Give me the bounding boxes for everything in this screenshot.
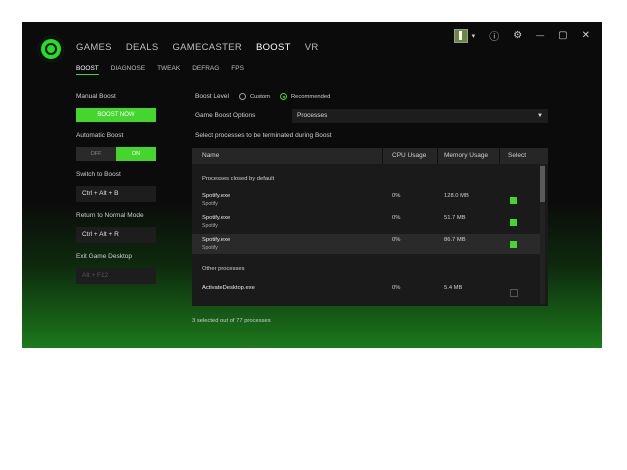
instruction-text: Select processes to be terminated during… bbox=[195, 132, 332, 139]
process-cpu: 0% bbox=[392, 285, 401, 291]
process-memory: 5.4 MB bbox=[444, 285, 463, 291]
subtab-fps[interactable]: FPS bbox=[231, 65, 244, 75]
process-cpu: 0% bbox=[392, 215, 401, 221]
recommended-radio[interactable] bbox=[280, 93, 287, 100]
select-checkbox[interactable] bbox=[510, 289, 518, 297]
tab-boost[interactable]: BOOST bbox=[256, 42, 291, 53]
process-memory: 86.7 MB bbox=[444, 237, 466, 243]
boost-now-button[interactable]: BOOST NOW bbox=[76, 108, 156, 122]
exit-hotkey-field[interactable]: Alt + F12 bbox=[76, 268, 156, 284]
info-icon[interactable]: ⓘ bbox=[489, 28, 499, 43]
chevron-down-icon[interactable]: ▾ bbox=[472, 32, 476, 40]
header-select[interactable]: Select bbox=[508, 152, 526, 159]
automatic-boost-label: Automatic Boost bbox=[76, 132, 124, 139]
recommended-radio-label: Recommended bbox=[291, 94, 331, 100]
tab-vr[interactable]: VR bbox=[305, 42, 319, 53]
process-app: Spotify bbox=[202, 245, 218, 251]
chevron-down-icon: ▼ bbox=[537, 113, 543, 119]
process-app: Spotify bbox=[202, 201, 218, 207]
close-button[interactable]: ✕ bbox=[582, 30, 590, 41]
process-cpu: 0% bbox=[392, 237, 401, 243]
subtab-tweak[interactable]: TWEAK bbox=[157, 65, 180, 75]
subtab-defrag[interactable]: DEFRAG bbox=[192, 65, 219, 75]
process-name: Spotify.exe bbox=[202, 193, 231, 199]
switch-hotkey-field[interactable]: Ctrl + Alt + B bbox=[76, 186, 156, 202]
process-table: Name CPU Usage Memory Usage Select Proce… bbox=[192, 148, 548, 306]
selection-summary: 3 selected out of 77 processes bbox=[192, 318, 271, 324]
table-row[interactable]: Spotify.exe Spotify 0% 128.0 MB bbox=[192, 190, 540, 210]
window-controls: ▾ ⓘ ⚙ — ▢ ✕ bbox=[453, 28, 590, 43]
select-value: Processes bbox=[297, 112, 328, 119]
game-boost-options-select[interactable]: Processes ▼ bbox=[292, 109, 548, 123]
custom-radio-label: Custom bbox=[250, 94, 270, 100]
select-checkbox[interactable] bbox=[510, 241, 517, 248]
table-header: Name CPU Usage Memory Usage Select bbox=[192, 148, 548, 164]
table-scrollbar[interactable] bbox=[540, 164, 545, 304]
process-name: Spotify.exe bbox=[202, 237, 231, 243]
toggle-on[interactable]: ON bbox=[116, 147, 156, 161]
avatar[interactable] bbox=[453, 28, 468, 43]
game-boost-options-label: Game Boost Options bbox=[195, 112, 256, 119]
process-name: Spotify.exe bbox=[202, 215, 231, 221]
return-hotkey-field[interactable]: Ctrl + Alt + R bbox=[76, 227, 156, 243]
razer-logo-icon bbox=[38, 36, 64, 62]
tab-deals[interactable]: DEALS bbox=[126, 42, 159, 53]
minimize-button[interactable]: — bbox=[536, 31, 544, 40]
table-row[interactable]: Spotify.exe Spotify 0% 86.7 MB bbox=[192, 234, 540, 254]
exit-desktop-label: Exit Game Desktop bbox=[76, 253, 132, 260]
switch-to-boost-label: Switch to Boost bbox=[76, 171, 121, 178]
manual-boost-label: Manual Boost bbox=[76, 93, 116, 100]
header-memory[interactable]: Memory Usage bbox=[444, 152, 488, 159]
process-cpu: 0% bbox=[392, 193, 401, 199]
select-checkbox[interactable] bbox=[510, 219, 517, 226]
return-normal-label: Return to Normal Mode bbox=[76, 212, 144, 219]
razer-cortex-window: GAMES DEALS GAMECASTER BOOST VR BOOST DI… bbox=[22, 22, 602, 348]
table-row[interactable]: Spotify.exe Spotify 0% 51.7 MB bbox=[192, 212, 540, 232]
section-other: Other processes bbox=[202, 266, 245, 272]
sub-nav: BOOST DIAGNOSE TWEAK DEFRAG FPS bbox=[76, 65, 244, 75]
table-row[interactable]: ActivateDesktop.exe 0% 5.4 MB bbox=[192, 282, 540, 302]
subtab-diagnose[interactable]: DIAGNOSE bbox=[111, 65, 145, 75]
boost-level-label: Boost Level bbox=[195, 93, 229, 100]
main-nav: GAMES DEALS GAMECASTER BOOST VR bbox=[76, 42, 319, 53]
scrollbar-thumb[interactable] bbox=[540, 166, 545, 202]
tab-gamecaster[interactable]: GAMECASTER bbox=[172, 42, 242, 53]
section-default: Processes closed by default bbox=[202, 176, 275, 182]
select-checkbox[interactable] bbox=[510, 197, 517, 204]
toggle-off[interactable]: OFF bbox=[76, 147, 116, 161]
process-memory: 51.7 MB bbox=[444, 215, 466, 221]
header-name[interactable]: Name bbox=[202, 152, 219, 159]
custom-radio[interactable] bbox=[239, 93, 246, 100]
process-app: Spotify bbox=[202, 223, 218, 229]
process-memory: 128.0 MB bbox=[444, 193, 469, 199]
subtab-boost[interactable]: BOOST bbox=[76, 65, 99, 75]
maximize-button[interactable]: ▢ bbox=[558, 30, 567, 41]
tab-games[interactable]: GAMES bbox=[76, 42, 112, 53]
automatic-boost-toggle[interactable]: OFF ON bbox=[76, 147, 156, 161]
process-name: ActivateDesktop.exe bbox=[202, 285, 255, 291]
gear-icon[interactable]: ⚙ bbox=[513, 30, 522, 41]
header-cpu[interactable]: CPU Usage bbox=[392, 152, 426, 159]
